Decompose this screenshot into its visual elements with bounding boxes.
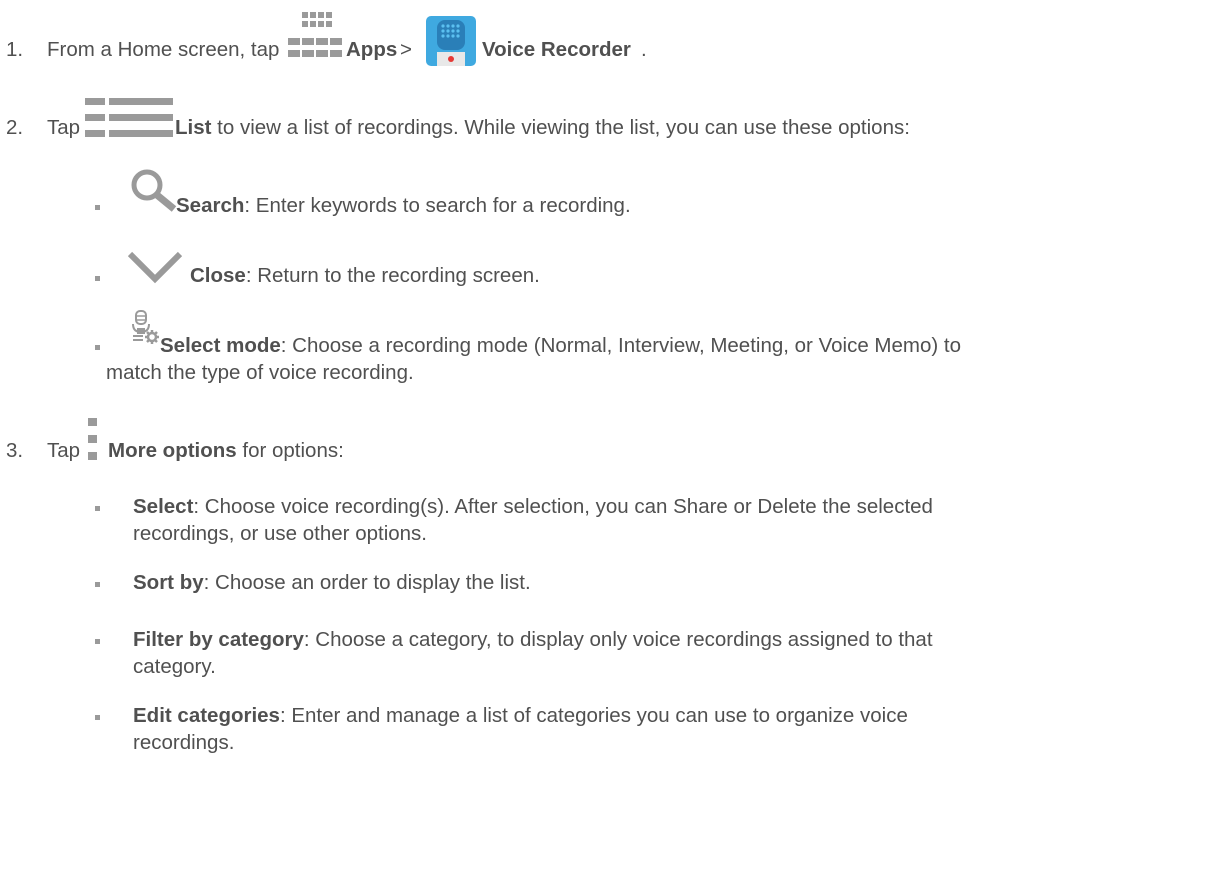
voice-recorder-app-icon (426, 16, 476, 66)
option-label: Filter by category (133, 628, 304, 651)
list-text: to view a list of recordings. While view… (211, 116, 910, 139)
option-search: Search: Enter keywords to search for a r… (176, 194, 631, 218)
bullet (95, 639, 100, 644)
option-desc: : Enter and manage a list of categories … (279, 704, 908, 727)
voice-recorder-label: Voice Recorder (482, 38, 631, 61)
option-label: Select mode (160, 334, 281, 357)
option-label: Close (190, 264, 246, 287)
bullet (95, 715, 100, 720)
more-text: for options: (236, 439, 344, 462)
option-label: Search (176, 194, 245, 217)
bullet (95, 345, 100, 350)
apps-label: Apps (346, 38, 398, 61)
bullet (95, 506, 100, 511)
search-icon (130, 168, 178, 212)
option-close: Close: Return to the recording screen. (190, 264, 540, 288)
option-select-mode: Select mode: Choose a recording mode (No… (160, 334, 961, 358)
step-text: Tap (47, 116, 81, 139)
option-desc: : Choose an order to display the list. (203, 571, 531, 594)
bullet (95, 276, 100, 281)
more-options-icon (88, 418, 98, 462)
option-label: Select (133, 495, 194, 518)
option-desc: : Choose a recording mode (Normal, Inter… (280, 334, 961, 357)
bullet (95, 582, 100, 587)
bullet (95, 205, 100, 210)
list-icon (85, 98, 173, 138)
period: . (641, 38, 647, 61)
option-sort-by: Sort by: Choose an order to display the … (133, 571, 531, 595)
chevron-down-icon (128, 251, 182, 285)
step-text: Tap (47, 439, 81, 462)
option-desc: : Choose a category, to display only voi… (303, 628, 933, 651)
option-select: Select: Choose voice recording(s). After… (133, 495, 933, 519)
step-text: From a Home screen, tap (47, 38, 280, 61)
separator: > (400, 38, 412, 61)
more-options-label: More options (108, 439, 237, 462)
more-sentence: More options for options: (108, 439, 344, 463)
option-edit-categories: Edit categories: Enter and manage a list… (133, 704, 908, 728)
option-desc: : Choose voice recording(s). After selec… (193, 495, 933, 518)
option-desc: : Enter keywords to search for a recordi… (244, 194, 631, 217)
step-number: 3. (6, 439, 24, 462)
step-number: 1. (6, 38, 24, 61)
option-filter-by-category: Filter by category: Choose a category, t… (133, 628, 933, 652)
option-desc: : Return to the recording screen. (245, 264, 540, 287)
list-sentence: List to view a list of recordings. While… (175, 116, 910, 140)
option-desc-cont: recordings, or use other options. (133, 522, 427, 545)
option-desc-cont: category. (133, 655, 216, 678)
option-label: Edit categories (133, 704, 280, 727)
apps-grid-icon (288, 12, 344, 64)
list-label: List (175, 116, 212, 139)
option-desc-cont: recordings. (133, 731, 235, 754)
option-desc-cont: match the type of voice recording. (106, 361, 414, 384)
step-number: 2. (6, 116, 24, 139)
option-label: Sort by (133, 571, 204, 594)
